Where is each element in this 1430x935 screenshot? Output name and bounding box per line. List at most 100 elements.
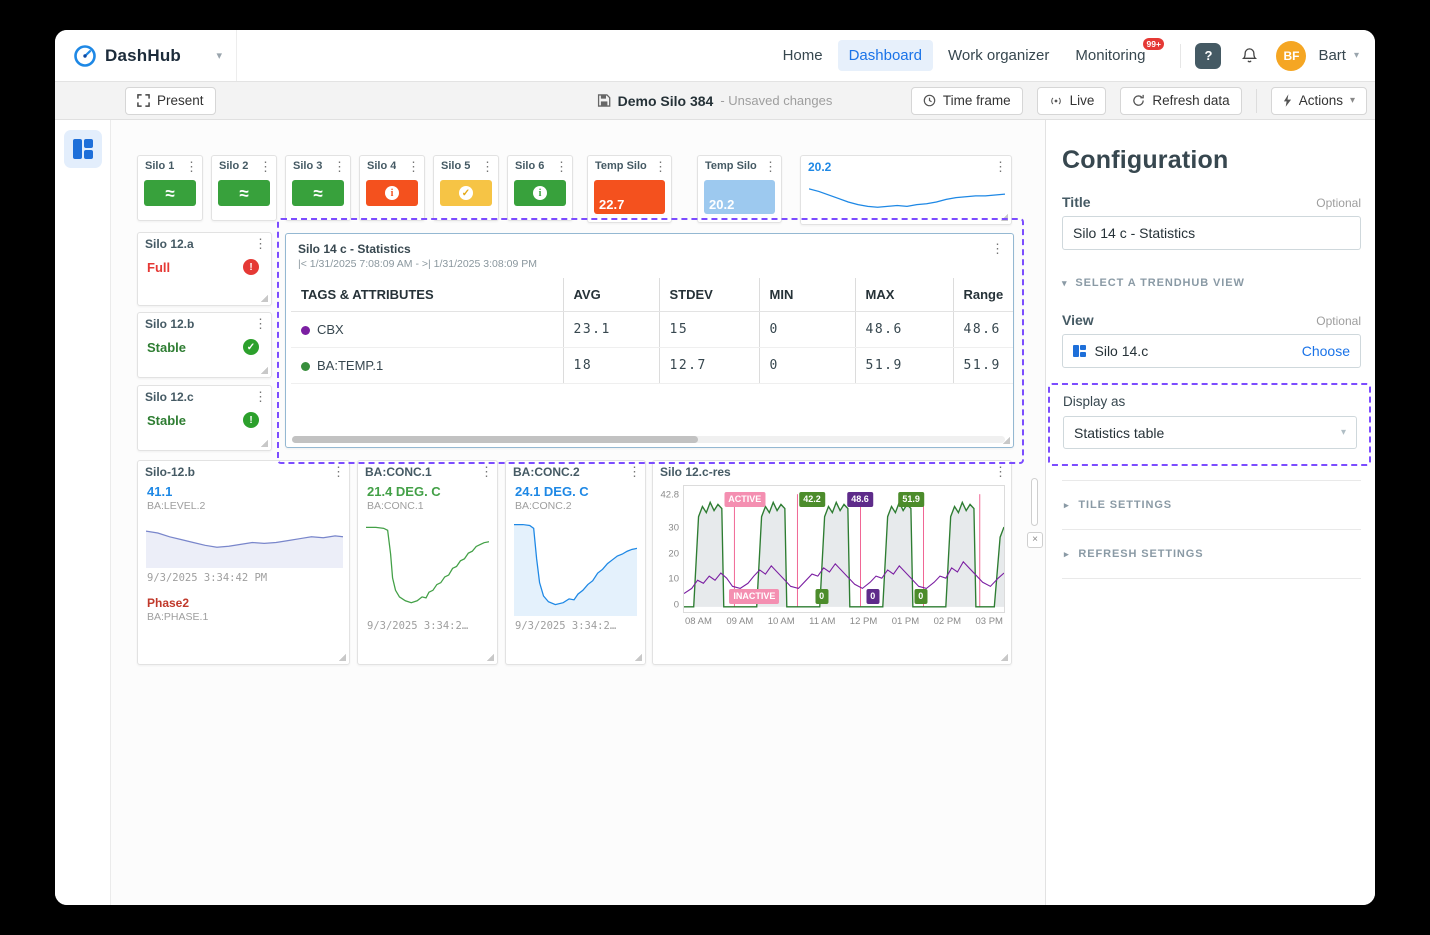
resize-handle[interactable]	[260, 294, 268, 302]
kebab-menu-icon[interactable]: ⋮	[993, 160, 1008, 174]
col-range[interactable]: Range	[952, 278, 1013, 312]
tile-silo14c-statistics[interactable]: Silo 14 c - Statistics |< 1/31/2025 7:08…	[285, 233, 1014, 448]
panel-close-button[interactable]: ×	[1027, 532, 1043, 548]
panel-resize-handle[interactable]	[1031, 478, 1038, 526]
table-row[interactable]: CBX 23.1 15 0 48.6 48.6	[291, 311, 1013, 348]
tile-temp-silo-2[interactable]: Temp Silo 2⋮ 20.2	[697, 155, 782, 223]
time-frame-button[interactable]: Time frame	[910, 86, 1023, 115]
choose-view-link[interactable]: Choose	[1302, 343, 1350, 359]
tile-silo-small-2[interactable]: Silo 2 ⋮ ≈	[211, 155, 277, 221]
tile-temp-silo-1[interactable]: Temp Silo 1⋮ 22.7	[587, 155, 672, 223]
tile-silo-12b[interactable]: Silo 12.b ⋮ Stable ✓	[137, 312, 272, 378]
tile-silo-small-3[interactable]: Silo 3 ⋮ ≈	[285, 155, 351, 221]
timestamp: 9/3/2025 3:34:2…	[515, 620, 617, 632]
view-selector[interactable]: Silo 14.c Choose	[1062, 334, 1361, 368]
status-block: i	[366, 180, 418, 206]
resize-handle[interactable]	[260, 439, 268, 447]
kebab-menu-icon[interactable]: ⋮	[554, 160, 569, 174]
temp-value: 22.7	[599, 197, 625, 212]
kebab-menu-icon[interactable]: ⋮	[331, 465, 346, 479]
resize-handle[interactable]	[634, 653, 642, 661]
phase-value: Phase2	[147, 596, 190, 610]
resize-handle[interactable]	[1000, 653, 1008, 661]
present-button[interactable]: Present	[125, 86, 216, 115]
resize-handle[interactable]	[1000, 213, 1008, 221]
tag-label: BA:CONC.2	[515, 500, 572, 512]
range-value: 48.6	[952, 311, 1013, 348]
nav-dashboard[interactable]: Dashboard	[837, 40, 933, 71]
kebab-menu-icon[interactable]: ⋮	[763, 160, 778, 174]
tile-silo-small-4[interactable]: Silo 4 ⋮ i	[359, 155, 425, 221]
tile-ba-conc2[interactable]: BA:CONC.2 ⋮ 24.1 DEG. C BA:CONC.2 9/3/202…	[505, 460, 646, 665]
kebab-menu-icon[interactable]: ⋮	[253, 390, 268, 404]
resize-handle[interactable]	[260, 366, 268, 374]
help-button[interactable]: ?	[1195, 42, 1222, 69]
col-max[interactable]: MAX	[854, 278, 953, 312]
refresh-settings-toggle[interactable]: ▸ REFRESH SETTINGS	[1062, 529, 1361, 579]
tile-silo-12b-level[interactable]: Silo-12.b ⋮ 41.1 BA:LEVEL.2 9/3/2025 3:34…	[137, 460, 350, 665]
dashboard-view-button[interactable]	[63, 130, 102, 168]
status-block: ≈	[144, 180, 196, 206]
panel-title: Configuration	[1062, 146, 1229, 174]
conc-value: 24.1 DEG. C	[515, 484, 589, 499]
brand-name: DashHub	[105, 45, 182, 65]
resize-handle[interactable]	[1002, 436, 1010, 444]
dashboard-grid-icon	[72, 139, 93, 159]
col-avg[interactable]: AVG	[562, 278, 659, 312]
kebab-menu-icon[interactable]: ⋮	[184, 160, 199, 174]
nav-home[interactable]: Home	[772, 40, 834, 71]
title-input[interactable]	[1062, 216, 1361, 250]
inactive-badge: INACTIVE	[729, 589, 780, 604]
tile-ba-conc1[interactable]: BA:CONC.1 ⋮ 21.4 DEG. C BA:CONC.1 9/3/202…	[357, 460, 498, 665]
kebab-menu-icon[interactable]: ⋮	[993, 465, 1008, 479]
tile-silo-12c[interactable]: Silo 12.c ⋮ Stable!	[137, 385, 272, 451]
resize-handle[interactable]	[486, 653, 494, 661]
tile-silo-small-1[interactable]: Silo 1 ⋮ ≈	[137, 155, 203, 221]
brand[interactable]: DashHub ▾	[55, 30, 237, 81]
table-row[interactable]: BA:TEMP.1 18 12.7 0 51.9 51.9	[291, 347, 1013, 384]
actions-button[interactable]: Actions ▾	[1270, 86, 1367, 115]
notifications-bell-icon[interactable]	[1241, 47, 1258, 64]
chevron-down-icon[interactable]: ▾	[216, 49, 222, 62]
user-menu-chevron-icon[interactable]: ▾	[1354, 50, 1359, 61]
tile-title: Silo 2	[219, 160, 249, 172]
horizontal-scrollbar[interactable]	[292, 436, 1005, 443]
y-axis-label: 0	[673, 599, 679, 611]
col-tags[interactable]: TAGS & ATTRIBUTES	[291, 278, 563, 312]
top-nav-items: Home Dashboard Work organizer Monitoring…	[772, 38, 1375, 71]
kebab-menu-icon[interactable]: ⋮	[253, 237, 268, 251]
kebab-menu-icon[interactable]: ⋮	[653, 160, 668, 174]
refresh-data-button[interactable]: Refresh data	[1120, 86, 1242, 115]
kebab-menu-icon[interactable]: ⋮	[480, 160, 495, 174]
nav-monitoring[interactable]: Monitoring 99+	[1064, 38, 1165, 71]
kebab-menu-icon[interactable]: ⋮	[627, 465, 642, 479]
tile-silo-12c-res[interactable]: Silo 12.c-res ⋮ 42.8 30 20 10 0 ACTIVE 4…	[652, 460, 1012, 665]
tile-silo-small-5[interactable]: Silo 5 ⋮ ✓	[433, 155, 499, 221]
value-badge: 51.9	[898, 492, 924, 507]
scrollbar-thumb[interactable]	[292, 436, 699, 443]
chevron-down-icon: ▾	[1349, 95, 1355, 106]
avatar[interactable]: BF	[1276, 40, 1307, 71]
divider	[1180, 43, 1182, 68]
tile-silo-12a[interactable]: Silo 12.a ⋮ Full!	[137, 232, 272, 306]
stats-title: Silo 14 c - Statistics	[298, 242, 411, 256]
tile-silo-small-6[interactable]: Silo 6 ⋮ i	[507, 155, 573, 221]
kebab-menu-icon[interactable]: ⋮	[258, 160, 273, 174]
dashboard-toolbar: Present Demo Silo 384 - Unsaved changes …	[55, 82, 1375, 120]
resize-handle[interactable]	[338, 653, 346, 661]
kebab-menu-icon[interactable]: ⋮	[253, 317, 268, 331]
live-button[interactable]: Live	[1036, 86, 1107, 115]
display-as-select[interactable]: Statistics table ▾	[1063, 416, 1357, 449]
tile-trend-sparkline[interactable]: 20.2 ⋮	[800, 155, 1012, 225]
nav-work-organizer[interactable]: Work organizer	[937, 40, 1060, 71]
tile-settings-toggle[interactable]: ▸ TILE SETTINGS	[1062, 480, 1361, 529]
trendhub-section-toggle[interactable]: ▾ SELECT A TRENDHUB VIEW	[1062, 277, 1361, 289]
kebab-menu-icon[interactable]: ⋮	[406, 160, 421, 174]
time-frame-label: Time frame	[942, 93, 1011, 108]
kebab-menu-icon[interactable]: ⋮	[332, 160, 347, 174]
kebab-menu-icon[interactable]: ⋮	[479, 465, 494, 479]
kebab-menu-icon[interactable]: ⋮	[990, 242, 1005, 256]
col-stdev[interactable]: STDEV	[658, 278, 759, 312]
col-min[interactable]: MIN	[758, 278, 855, 312]
tile-title: Silo-12.b	[145, 465, 196, 479]
